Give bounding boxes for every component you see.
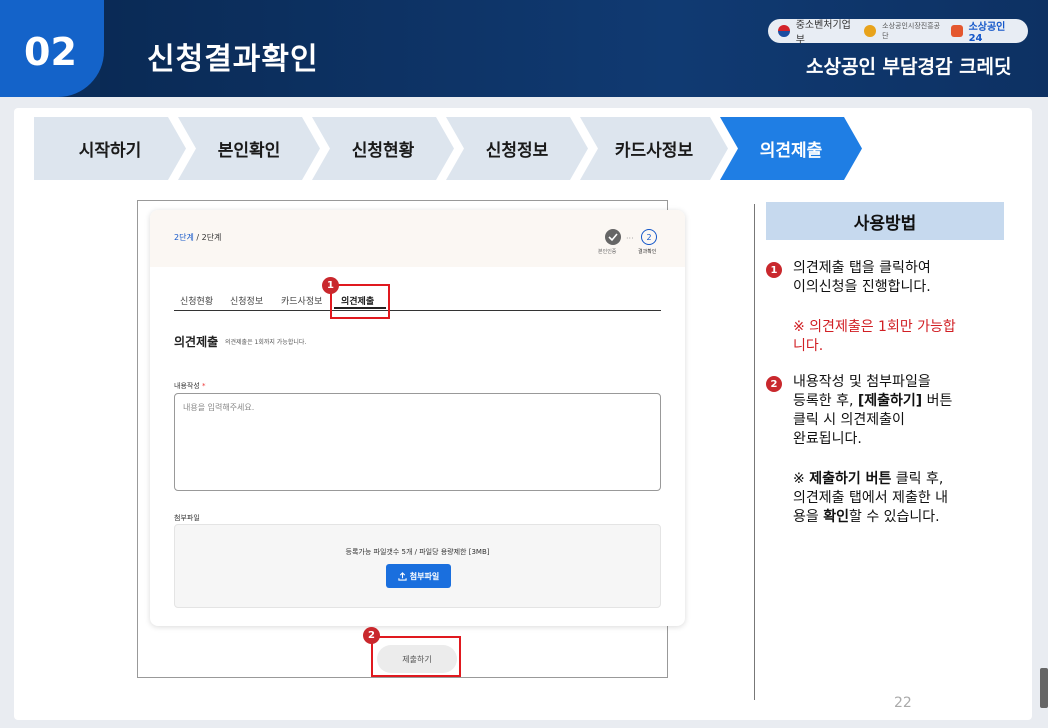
tab-info[interactable]: 신청정보 bbox=[230, 294, 263, 307]
instruction-2: 내용작성 및 첨부파일을 등록한 후, [제출하기] 버튼 클릭 시 의견제출이… bbox=[793, 374, 953, 447]
content-label: 내용작성 * bbox=[174, 382, 206, 390]
instruction-2-note: ※ 제출하기 버튼 클릭 후, 의견제출 탭에서 제출한 내 용을 확인할 수 … bbox=[793, 471, 949, 525]
instruction-number-1: 1 bbox=[766, 262, 782, 278]
brand-title: 소상공인 부담경감 크레딧 bbox=[806, 56, 1012, 78]
portal-name: 소상공인24 bbox=[968, 22, 1006, 44]
progress-step-2: 2 bbox=[641, 229, 657, 245]
page-number: 22 bbox=[894, 695, 912, 711]
progress-dots: ··· bbox=[626, 234, 634, 243]
marker-2: 2 bbox=[363, 627, 380, 644]
tab-bar: 신청현황 신청정보 카드사정보 의견제출 bbox=[174, 292, 661, 311]
progress-label-1: 본인인증 bbox=[598, 249, 617, 255]
marker-1: 1 bbox=[322, 277, 339, 294]
highlight-submit-button bbox=[371, 636, 461, 677]
content-textarea[interactable]: 내용을 입력해주세요. bbox=[174, 393, 661, 491]
step-start: 시작하기 bbox=[34, 117, 186, 180]
highlight-opinion-tab bbox=[330, 284, 390, 319]
instruction-number-2: 2 bbox=[766, 376, 782, 392]
step-card-company: 카드사정보 bbox=[580, 117, 728, 180]
usage-title: 사용방법 bbox=[766, 202, 1004, 240]
attach-file-button[interactable]: 첨부파일 bbox=[386, 564, 451, 588]
section-title: 의견제출 bbox=[174, 335, 219, 349]
upload-icon bbox=[398, 571, 407, 581]
step-status: 신청현황 bbox=[312, 117, 454, 180]
agency-logo-icon bbox=[864, 25, 877, 37]
step-identity: 본인확인 bbox=[178, 117, 320, 180]
section-subtitle: 의견제출은 1회까지 가능합니다. bbox=[225, 339, 307, 346]
logo-strip: 중소벤처기업부 소상공인시장진흥공단 소상공인24 bbox=[768, 19, 1028, 46]
instruction-1-note: ※ 의견제출은 1회만 가능합 니다. bbox=[793, 319, 956, 354]
tab-card-company[interactable]: 카드사정보 bbox=[281, 294, 322, 307]
ministry-logo-icon bbox=[778, 25, 790, 37]
tab-status[interactable]: 신청현황 bbox=[180, 294, 213, 307]
step-opinion: 의견제출 bbox=[720, 117, 862, 180]
ministry-name: 중소벤처기업부 bbox=[795, 20, 851, 46]
divider-line bbox=[754, 204, 755, 700]
portal-logo-icon bbox=[950, 25, 963, 37]
page-title: 신청결과확인 bbox=[147, 42, 319, 77]
attach-label: 첨부파일 bbox=[174, 514, 200, 522]
attach-info: 등록가능 파일갯수 5개 / 파일당 용량제한 [3MB] bbox=[345, 548, 490, 556]
step-indicator: 2단계 / 2단계 bbox=[174, 233, 222, 242]
instruction-1: 의견제출 탭을 클릭하여 이의신청을 진행합니다. bbox=[793, 260, 931, 295]
progress-label-2: 결과확인 bbox=[638, 249, 657, 255]
agency-name: 소상공인시장진흥공단 bbox=[882, 22, 941, 40]
section-number: 02 bbox=[24, 30, 77, 74]
check-icon bbox=[605, 229, 621, 245]
attach-dropzone[interactable]: 등록가능 파일갯수 5개 / 파일당 용량제한 [3MB] 첨부파일 bbox=[174, 524, 661, 608]
step-info: 신청정보 bbox=[446, 117, 588, 180]
scrollbar[interactable] bbox=[1040, 668, 1048, 708]
form-panel: 2단계 / 2단계 ··· 2 본인인증 결과확인 신청현황 신청정보 카드사정… bbox=[150, 210, 685, 626]
header-bar: 02 신청결과확인 중소벤처기업부 소상공인시장진흥공단 소상공인24 소상공인… bbox=[0, 0, 1048, 97]
